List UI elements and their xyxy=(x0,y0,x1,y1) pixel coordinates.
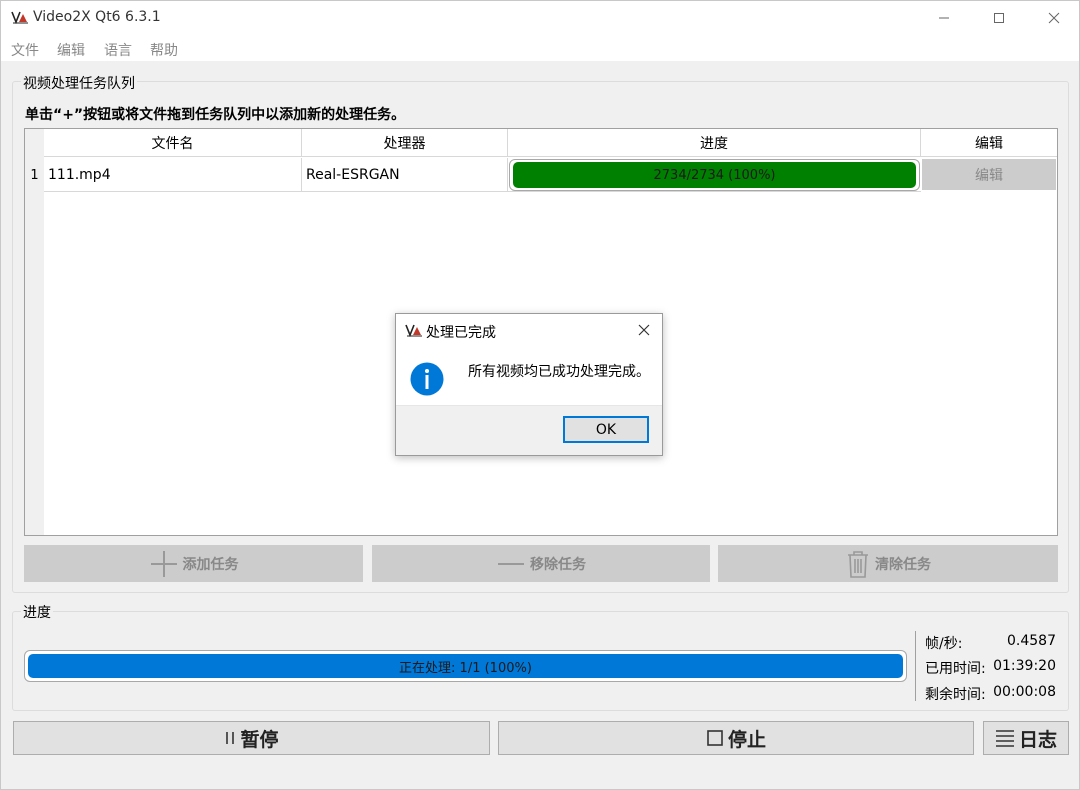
video2x-logo-icon xyxy=(405,324,422,337)
menu-edit[interactable]: 编辑 xyxy=(57,40,85,60)
minimize-button[interactable] xyxy=(921,1,967,35)
log-lines-icon xyxy=(995,730,1014,747)
column-header-progress[interactable]: 进度 xyxy=(508,129,921,157)
row-progress-text: 2734/2734 (100%) xyxy=(653,167,776,183)
plus-icon xyxy=(150,550,177,577)
completion-dialog: 处理已完成 所有视频均已成功处理完成。 OK xyxy=(395,313,663,456)
stop-icon xyxy=(707,730,723,746)
close-icon xyxy=(1048,12,1060,24)
remove-task-button[interactable]: 移除任务 xyxy=(372,545,710,582)
column-header-file[interactable]: 文件名 xyxy=(44,129,302,157)
pause-icon xyxy=(226,732,235,744)
maximize-button[interactable] xyxy=(976,1,1022,35)
window-title: Video2X Qt6 6.3.1 xyxy=(33,9,161,25)
remaining-value: 00:00:08 xyxy=(993,684,1056,700)
maximize-icon xyxy=(994,13,1004,23)
ok-button[interactable]: OK xyxy=(563,416,649,443)
table-row-file[interactable]: 111.mp4 xyxy=(44,158,302,192)
column-header-edit[interactable]: 编辑 xyxy=(921,129,1057,157)
dialog-title: 处理已完成 xyxy=(426,325,496,341)
dialog-close-button[interactable] xyxy=(632,320,656,340)
stop-label: 停止 xyxy=(727,728,766,751)
queue-group-title: 视频处理任务队列 xyxy=(21,73,137,93)
info-icon xyxy=(410,362,444,396)
remaining-label: 剩余时间: xyxy=(925,687,986,703)
row-progress-bar: 2734/2734 (100%) xyxy=(509,159,920,191)
minimize-icon xyxy=(939,17,949,19)
menu-help[interactable]: 帮助 xyxy=(150,40,178,60)
table-row-processor[interactable]: Real-ESRGAN xyxy=(302,158,508,192)
add-task-button[interactable]: 添加任务 xyxy=(24,545,363,582)
row-number: 1 xyxy=(30,167,39,183)
menu-file[interactable]: 文件 xyxy=(11,40,39,60)
minus-icon xyxy=(498,562,524,565)
dialog-footer: OK xyxy=(396,405,662,455)
title-bar: Video2X Qt6 6.3.1 xyxy=(1,1,1079,35)
clear-task-label: 清除任务 xyxy=(875,556,931,573)
log-button[interactable]: 日志 xyxy=(983,721,1069,755)
dialog-message: 所有视频均已成功处理完成。 xyxy=(468,364,650,380)
add-task-label: 添加任务 xyxy=(182,556,239,573)
fps-value: 0.4587 xyxy=(1007,633,1056,649)
queue-hint: 单击“+”按钮或将文件拖到任务队列中以添加新的处理任务。 xyxy=(25,107,406,123)
log-label: 日志 xyxy=(1018,728,1057,751)
clear-task-button[interactable]: 清除任务 xyxy=(718,545,1058,582)
menu-bar: 文件 编辑 语言 帮助 xyxy=(1,35,1079,61)
stop-button[interactable]: 停止 xyxy=(498,721,974,755)
progress-group-title: 进度 xyxy=(21,602,53,622)
main-window: Video2X Qt6 6.3.1 文件 编辑 语言 帮助 视频处理任务队列 单… xyxy=(0,0,1080,790)
fps-label: 帧/秒: xyxy=(925,636,963,652)
elapsed-value: 01:39:20 xyxy=(993,658,1056,674)
pause-button[interactable]: 暂停 xyxy=(13,721,490,755)
total-progress-text: 正在处理: 1/1 (100%) xyxy=(399,660,532,676)
close-icon xyxy=(638,324,650,336)
trash-icon xyxy=(848,550,868,578)
pause-label: 暂停 xyxy=(240,728,279,751)
stats-separator xyxy=(915,631,916,701)
column-header-processor[interactable]: 处理器 xyxy=(302,129,508,157)
video2x-logo-icon xyxy=(11,11,28,24)
total-progress-bar: 正在处理: 1/1 (100%) xyxy=(24,650,907,682)
row-edit-button[interactable]: 编辑 xyxy=(922,159,1056,190)
close-window-button[interactable] xyxy=(1031,1,1077,35)
remove-task-label: 移除任务 xyxy=(530,556,586,573)
elapsed-label: 已用时间: xyxy=(925,661,986,677)
menu-language[interactable]: 语言 xyxy=(104,40,132,60)
